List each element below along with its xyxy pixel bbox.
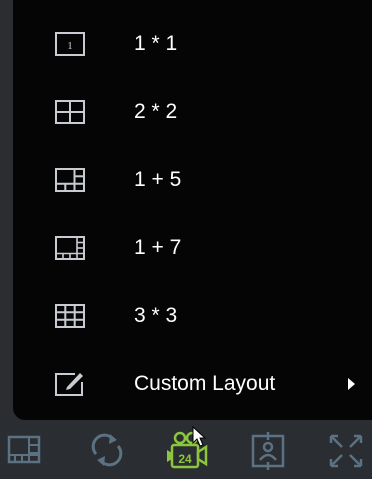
menu-item-2x2[interactable]: 2 * 2 (13, 87, 372, 137)
target-frame-icon (245, 432, 291, 476)
layout-menu: 1 1 * 1 2 * 2 1 + 5 1 + 7 3 * 3 Custom L… (13, 0, 372, 420)
layout-1x1-icon: 1 (53, 30, 87, 58)
menu-item-custom-layout[interactable]: Custom Layout (13, 359, 372, 409)
menu-item-1plus7[interactable]: 1 + 7 (13, 223, 372, 273)
layout-icon (2, 435, 48, 476)
menu-item-label: Custom Layout (134, 372, 276, 395)
mouse-cursor-icon (192, 425, 208, 453)
target-frame-button[interactable] (245, 428, 291, 472)
camera-24-icon: 24 (163, 431, 209, 476)
menu-item-label: 1 * 1 (134, 32, 178, 55)
menu-item-label: 1 + 7 (134, 236, 182, 259)
submenu-arrow-icon (346, 377, 356, 391)
screen: 1 1 * 1 2 * 2 1 + 5 1 + 7 3 * 3 Custom L… (0, 0, 372, 479)
bottom-toolbar: 24 (0, 421, 372, 479)
menu-item-label: 3 * 3 (134, 304, 178, 327)
layout-3x3-icon (53, 302, 87, 330)
menu-item-3x3[interactable]: 3 * 3 (13, 291, 372, 341)
camera-24-button[interactable]: 24 (163, 425, 209, 472)
layout-1plus5-icon (53, 166, 87, 194)
custom-layout-edit-icon (53, 370, 87, 398)
cycle-button[interactable] (84, 428, 130, 472)
cycle-icon (84, 433, 130, 476)
camera-24-badge: 24 (178, 452, 192, 466)
layout-1plus7-icon (53, 234, 87, 262)
menu-item-1plus5[interactable]: 1 + 5 (13, 155, 372, 205)
layout-2x2-icon (53, 98, 87, 126)
layout-button[interactable] (2, 428, 48, 472)
menu-item-label: 2 * 2 (134, 100, 178, 123)
fullscreen-button[interactable] (323, 428, 369, 472)
menu-item-label: 1 + 5 (134, 168, 182, 191)
fullscreen-icon (323, 434, 369, 476)
layout-1x1-number: 1 (67, 40, 73, 52)
menu-item-1x1[interactable]: 1 1 * 1 (13, 19, 372, 69)
